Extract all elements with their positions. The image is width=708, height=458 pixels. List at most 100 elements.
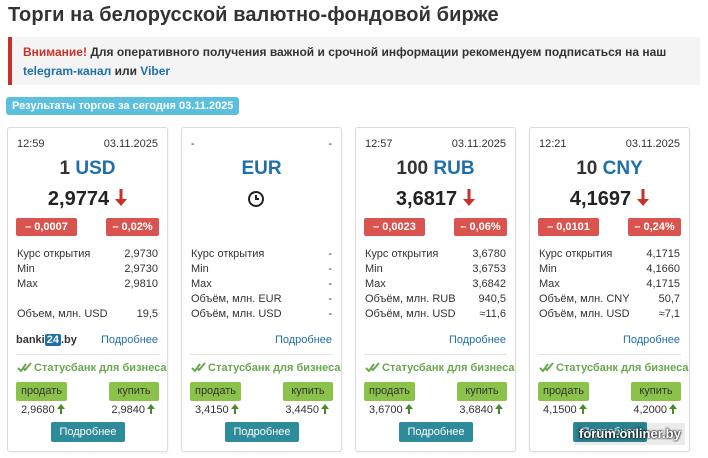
currency-card-usd: 12:59 03.11.2025 1 USD 2,9774 – 0,0007 – 0,02… — [7, 127, 168, 452]
notice-text: Для оперативного получения важной и сроч… — [86, 45, 667, 59]
clock-icon — [248, 191, 264, 207]
row-label: Объём, млн. CNY — [539, 293, 630, 305]
trade-date: 03.11.2025 — [625, 138, 680, 150]
statusbank-logo[interactable]: Статусбанк для бизнеса — [17, 362, 167, 374]
open-rate-row: Курс открытия 3,6780 — [365, 247, 506, 262]
trade-time: - — [191, 138, 195, 150]
arrow-down-icon — [115, 189, 128, 206]
max-rate-row: Max 4,1715 — [539, 277, 680, 292]
volume-row: Объём, млн. RUB 940,5 — [365, 292, 506, 307]
row-value: ≈11,6 — [479, 308, 506, 320]
sell-price-value: 4,1500 — [543, 404, 577, 416]
sell-price: 2,9680 — [21, 404, 65, 416]
statusbank-tagline: для бизнеса — [447, 362, 515, 374]
row-value: 2,9810 — [124, 278, 158, 290]
buy-price: 2,9840 — [111, 404, 155, 416]
divider — [364, 354, 507, 355]
change-absolute-badge: – 0,0101 — [538, 218, 599, 236]
statusbank-tagline: для бизнеса — [273, 362, 341, 374]
row-label: Курс открытия — [191, 248, 265, 260]
sell-button[interactable]: продать — [16, 382, 67, 401]
trade-date: 03.11.2025 — [451, 138, 506, 150]
open-rate-row: Курс открытия 2,9730 — [17, 247, 158, 262]
min-rate-row: Min 2,9730 — [17, 262, 158, 277]
row-label: Курс открытия — [17, 248, 91, 260]
more-details-link[interactable]: Подробнее — [449, 334, 506, 346]
currency-heading: EUR — [182, 158, 341, 180]
row-value: 3,6780 — [472, 248, 506, 260]
trade-time: 12:57 — [365, 138, 393, 150]
sell-button[interactable]: продать — [364, 382, 415, 401]
more-details-button[interactable]: Подробнее — [51, 422, 125, 442]
statusbank-icon — [17, 362, 32, 373]
sell-price: 3,4150 — [195, 404, 239, 416]
more-details-link[interactable]: Подробнее — [275, 334, 332, 346]
max-rate-row: Max 3,6842 — [365, 277, 506, 292]
banki-num: 24 — [44, 334, 61, 346]
row-value: 2,9730 — [124, 263, 158, 275]
currency-code[interactable]: EUR — [241, 158, 281, 179]
row-label: Min — [17, 263, 35, 275]
sell-price: 3,6700 — [369, 404, 413, 416]
rate-value: 4,1697 — [569, 188, 632, 210]
statusbank-logo[interactable]: Статусбанк для бизнеса — [365, 362, 515, 374]
statusbank-name: Статусбанк — [556, 362, 618, 374]
more-details-button[interactable]: Подробнее — [399, 422, 473, 442]
trade-time: 12:59 — [17, 138, 45, 150]
currency-card-cny: 12:21 03.11.2025 10 CNY 4,1697 – 0,0101 – 0,2… — [529, 127, 690, 452]
currency-heading: 100 RUB — [356, 158, 515, 180]
arrow-up-icon — [669, 404, 677, 414]
exchange-rate: 4,1697 — [530, 188, 689, 211]
more-details-button[interactable]: Подробнее — [225, 422, 299, 442]
row-label: Max — [17, 278, 38, 290]
buy-button[interactable]: купить — [457, 382, 507, 401]
sell-button[interactable]: продать — [538, 382, 589, 401]
statusbank-icon — [365, 362, 380, 373]
row-label: Объём, млн. EUR — [191, 293, 282, 305]
sell-button[interactable]: продать — [190, 382, 241, 401]
buy-price: 3,6840 — [459, 404, 503, 416]
change-absolute-badge: – 0,0007 — [16, 218, 77, 236]
currency-heading: 1 USD — [8, 158, 167, 180]
banki-text: banki — [16, 334, 45, 346]
arrow-down-icon — [637, 189, 650, 206]
viber-link[interactable]: Viber — [140, 64, 170, 78]
row-value: - — [328, 308, 332, 320]
currency-card-eur: - - EUR Курс открытия - Min - Max - Объём, млн. E… — [181, 127, 342, 452]
statusbank-logo[interactable]: Статусбанк для бизнеса — [191, 362, 341, 374]
currency-code[interactable]: USD — [75, 158, 115, 179]
buy-button[interactable]: купить — [109, 382, 159, 401]
currency-code[interactable]: CNY — [603, 158, 643, 179]
volume-row: Объём, млн. EUR - — [191, 292, 332, 307]
arrow-up-icon — [578, 404, 587, 414]
more-details-link[interactable]: Подробнее — [623, 334, 680, 346]
row-label: Объем, млн. USD — [17, 308, 108, 320]
arrow-up-icon — [495, 404, 503, 414]
currency-amount: 100 — [396, 158, 429, 179]
row-label: Объём, млн. USD — [539, 308, 630, 320]
statusbank-tagline: для бизнеса — [99, 362, 167, 374]
row-value: 4,1715 — [646, 248, 680, 260]
row-value: 19,5 — [136, 308, 158, 320]
buy-price-value: 3,6840 — [459, 404, 493, 416]
banki24-logo[interactable]: banki 24 .by — [16, 334, 77, 346]
statusbank-logo[interactable]: Статусбанк для бизнеса — [539, 362, 689, 374]
change-percent-badge: – 0,24% — [628, 218, 681, 236]
row-label: Min — [191, 263, 209, 275]
buy-button[interactable]: купить — [283, 382, 333, 401]
open-rate-row: Курс открытия - — [191, 247, 332, 262]
statusbank-icon — [539, 362, 554, 373]
row-label: Max — [539, 278, 560, 290]
row-label: Min — [365, 263, 383, 275]
sell-price-value: 2,9680 — [21, 404, 55, 416]
row-value: 2,9730 — [124, 248, 158, 260]
telegram-link[interactable]: telegram-канал — [23, 64, 111, 78]
volume-row: Объём, млн. USD ≈7,1 — [539, 307, 680, 322]
more-details-link[interactable]: Подробнее — [101, 334, 158, 346]
row-value: 50,7 — [658, 293, 680, 305]
divider — [538, 354, 681, 355]
buy-price-value: 3,4450 — [285, 404, 319, 416]
buy-button[interactable]: купить — [631, 382, 681, 401]
min-rate-row: Min 3,6753 — [365, 262, 506, 277]
currency-code[interactable]: RUB — [433, 158, 474, 179]
